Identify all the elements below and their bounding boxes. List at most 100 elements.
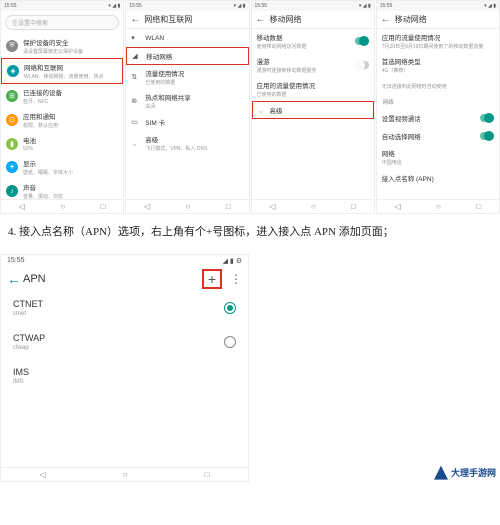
list-item[interactable]: ▭ SIM 卡 xyxy=(126,113,248,131)
nav-home-icon[interactable]: ○ xyxy=(311,202,316,211)
item-title: 显示 xyxy=(23,158,118,168)
advanced-item-highlighted[interactable]: ⌄ 高级 xyxy=(252,101,374,119)
status-icons: ◢ ▮ ⚙ xyxy=(223,257,242,265)
item-sub: 使用移动网络访问数据 xyxy=(257,43,355,50)
list-item[interactable]: 应用的流量使用情况 已使用的数据 xyxy=(252,77,374,101)
list-item[interactable]: ▾ WLAN xyxy=(126,29,248,47)
nav-recent-icon[interactable]: □ xyxy=(101,202,106,211)
item-sub: 7月20日至8月19日期间使用了的移动数据流量 xyxy=(382,43,494,50)
list-item[interactable]: ⇅ 流量使用情况 已使用的数据 xyxy=(126,65,248,89)
apn-title: IMS xyxy=(13,367,236,377)
settings-list: ⛨ 保护设备的安全 请设置屏幕锁定以保护设备 ◈ 网络和互联网 WLAN、移动网… xyxy=(1,34,123,199)
list-item[interactable]: ▮ 电池 52% xyxy=(1,132,123,155)
nav-back-icon[interactable]: ◁ xyxy=(144,202,150,211)
header: ← 网络和互联网 xyxy=(126,11,248,29)
nav-back-icon[interactable]: ◁ xyxy=(269,202,275,211)
nav-bar: ◁ ○ □ xyxy=(377,199,499,213)
network-item-highlighted[interactable]: ◈ 网络和互联网 WLAN、移动网络、流量使用、热点 xyxy=(1,58,123,84)
apn-title: CTNET xyxy=(13,299,224,309)
nav-bar: ◁ ○ □ xyxy=(126,199,248,213)
wifi-icon: ◈ xyxy=(7,65,19,77)
wifi-icon: ▾ xyxy=(131,34,145,42)
brand-text: 大理手游网 xyxy=(451,466,496,479)
toggle-on[interactable] xyxy=(480,132,494,140)
apn-title: CTWAP xyxy=(13,333,224,343)
item-title: 网络 xyxy=(382,148,494,158)
list-item[interactable]: ♪ 声音 音量、振动、勿扰 xyxy=(1,179,123,199)
nav-recent-icon[interactable]: □ xyxy=(476,202,481,211)
item-title: 高级 xyxy=(145,134,243,144)
apn-list: CTNET ctnet CTWAP ctwap IMS IMS xyxy=(1,291,248,467)
header: ← 移动网络 xyxy=(252,11,374,29)
item-sub: 中国电信 xyxy=(382,159,494,166)
section-label: 网络 xyxy=(377,95,499,109)
list-item[interactable]: ⛨ 保护设备的安全 请设置屏幕锁定以保护设备 xyxy=(1,34,123,58)
display-icon: ☀ xyxy=(6,161,18,173)
back-arrow-icon[interactable]: ← xyxy=(256,14,266,25)
status-bar: 15:55 ▾ ◢ ▮ xyxy=(126,1,248,11)
list-item[interactable]: ⊚ 热点和网络共享 关闭 xyxy=(126,89,248,113)
list-item[interactable]: 应用的流量使用情况 7月20日至8月19日期间使用了的移动数据流量 xyxy=(377,29,499,53)
apn-item[interactable]: CTNET ctnet xyxy=(1,291,248,325)
back-arrow-icon[interactable]: ← xyxy=(381,14,391,25)
status-icons: ▾ ◢ ▮ xyxy=(484,3,496,9)
radio-unchecked[interactable] xyxy=(224,336,236,348)
apn-sub: ctnet xyxy=(13,311,224,317)
item-sub: 已使用的数据 xyxy=(145,79,243,86)
search-input[interactable]: 在设置中搜索 xyxy=(5,15,119,30)
nav-recent-icon[interactable]: □ xyxy=(351,202,356,211)
apn-item[interactable]: 接入点名称 (APN) xyxy=(377,169,499,187)
list-item[interactable]: 首选网络类型 4G（推荐） xyxy=(377,53,499,77)
more-icon[interactable]: ⋮ xyxy=(230,272,242,286)
apn-item[interactable]: CTWAP ctwap xyxy=(1,325,248,359)
page-title: 移动网络 xyxy=(395,14,427,25)
signal-icon: ◢ xyxy=(132,52,146,60)
list-item[interactable]: ⊞ 已连接的设备 蓝牙、NFC xyxy=(1,84,123,108)
toggle-off[interactable] xyxy=(355,61,369,69)
brand-logo-icon xyxy=(434,466,448,480)
list-item[interactable]: 设置视频通话 xyxy=(377,109,499,127)
nav-back-icon[interactable]: ◁ xyxy=(40,470,46,479)
sim-icon: ▭ xyxy=(131,118,145,126)
hotspot-icon: ⊚ xyxy=(131,97,145,105)
add-apn-highlighted[interactable]: + xyxy=(202,269,222,289)
list-item[interactable]: 网络 中国电信 xyxy=(377,145,499,169)
mobile-network-expanded-screen: 15:55 ▾ ◢ ▮ ← 移动网络 应用的流量使用情况 7月20日至8月19日… xyxy=(376,0,500,214)
item-title: 自动选择网络 xyxy=(382,131,480,141)
apn-item[interactable]: IMS IMS xyxy=(1,359,248,393)
toggle-on[interactable] xyxy=(355,37,369,45)
back-arrow-icon[interactable]: ← xyxy=(7,271,23,287)
nav-back-icon[interactable]: ◁ xyxy=(394,202,400,211)
nav-home-icon[interactable]: ○ xyxy=(123,470,128,479)
item-title: 电池 xyxy=(23,135,118,145)
nav-home-icon[interactable]: ○ xyxy=(186,202,191,211)
nav-recent-icon[interactable]: □ xyxy=(205,470,210,479)
item-title: 流量使用情况 xyxy=(145,68,243,78)
list-item[interactable]: 漫游 漫游时连接到移动数据服务 xyxy=(252,53,374,77)
mobile-network-item-highlighted[interactable]: ◢ 移动网络 xyxy=(126,47,248,65)
status-bar: 15:55 ▾ ◢ ▮ xyxy=(1,1,123,11)
status-bar: 15:55 ▾ ◢ ▮ xyxy=(252,1,374,11)
advanced-expand[interactable]: ⌄ 高级 飞行模式、VPN、私人 DNS xyxy=(126,131,248,155)
item-sub: 蓝牙、NFC xyxy=(23,98,118,105)
nav-home-icon[interactable]: ○ xyxy=(436,202,441,211)
toggle-on[interactable] xyxy=(480,114,494,122)
nav-home-icon[interactable]: ○ xyxy=(60,202,65,211)
list-item[interactable]: ⊡ 应用和通知 权限、默认应用 xyxy=(1,108,123,132)
list-item[interactable]: 移动数据 使用移动网络访问数据 xyxy=(252,29,374,53)
item-sub: WLAN、移动网络、流量使用、热点 xyxy=(24,73,117,80)
back-arrow-icon[interactable]: ← xyxy=(130,14,140,25)
sound-icon: ♪ xyxy=(6,185,18,197)
list-item[interactable]: 自动选择网络 xyxy=(377,127,499,145)
chevron-down-icon: ⌄ xyxy=(131,139,145,148)
item-title: 高级 xyxy=(270,105,368,115)
item-title: 接入点名称 (APN) xyxy=(382,173,494,183)
item-title: 移动数据 xyxy=(257,32,355,42)
nav-back-icon[interactable]: ◁ xyxy=(19,202,25,211)
list-item[interactable]: ☀ 显示 壁纸、睡眠、字体大小 xyxy=(1,155,123,179)
nav-recent-icon[interactable]: □ xyxy=(226,202,231,211)
radio-checked[interactable] xyxy=(224,302,236,314)
status-bar: 15:55 ▾ ◢ ▮ xyxy=(377,1,499,11)
list-item: 无法连接到此网络时自动使用 xyxy=(377,77,499,95)
network-screen: 15:55 ▾ ◢ ▮ ← 网络和互联网 ▾ WLAN ◢ 移动网络 ⇅ 流量使… xyxy=(125,0,249,214)
